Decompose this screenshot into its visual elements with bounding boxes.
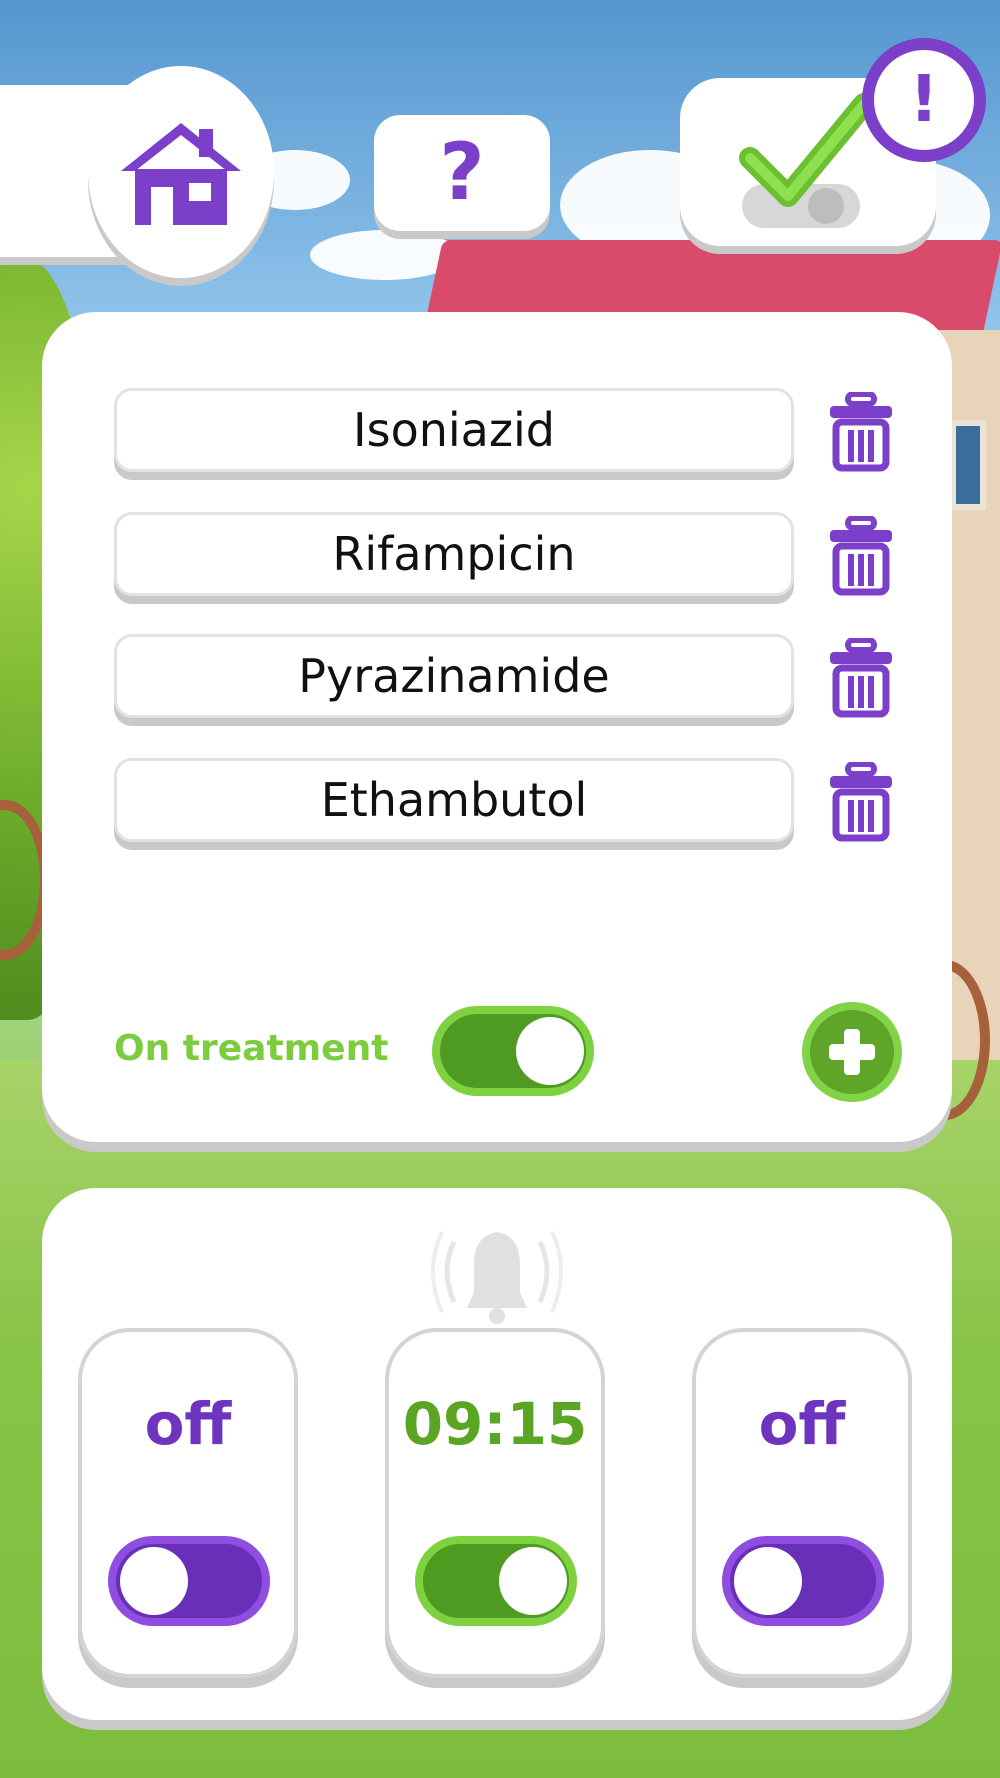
add-medication-button[interactable]	[802, 1002, 902, 1102]
plus-icon	[829, 1029, 875, 1075]
trash-icon[interactable]	[826, 638, 896, 718]
medication-name[interactable]: Isoniazid	[114, 388, 794, 472]
medication-row: Isoniazid	[114, 388, 892, 476]
toggle-knob	[499, 1547, 567, 1615]
help-label: ?	[439, 128, 485, 218]
help-button[interactable]: ?	[374, 115, 550, 231]
alarm-slot-1[interactable]: off	[78, 1328, 298, 1678]
medication-card: Isoniazid Rifampicin Pyrazinamide Ethamb…	[42, 312, 952, 1142]
medication-name[interactable]: Rifampicin	[114, 512, 794, 596]
alert-badge[interactable]: !	[862, 38, 986, 162]
medication-name[interactable]: Ethambutol	[114, 758, 794, 842]
house-window	[950, 420, 986, 510]
home-icon	[121, 123, 241, 225]
trash-icon[interactable]	[826, 762, 896, 842]
trash-icon[interactable]	[826, 392, 896, 472]
alarm-time-label[interactable]: off	[696, 1390, 908, 1458]
toggle-knob	[516, 1017, 584, 1085]
toggle-knob	[734, 1547, 802, 1615]
on-treatment-label: On treatment	[114, 1028, 389, 1069]
alarm-time-label[interactable]: 09:15	[389, 1390, 601, 1458]
trash-icon[interactable]	[826, 516, 896, 596]
bell-icon	[431, 1231, 563, 1324]
medication-row: Pyrazinamide	[114, 634, 892, 722]
alarm-time-label[interactable]: off	[82, 1390, 294, 1458]
medication-name[interactable]: Pyrazinamide	[114, 634, 794, 718]
alarm-toggle[interactable]	[108, 1536, 270, 1626]
alert-label: !	[909, 63, 939, 137]
alarm-slot-3[interactable]: off	[692, 1328, 912, 1678]
alarm-card: off 09:15 off	[42, 1188, 952, 1720]
on-treatment-toggle[interactable]	[432, 1006, 594, 1096]
alarm-toggle[interactable]	[722, 1536, 884, 1626]
alarm-toggle[interactable]	[415, 1536, 577, 1626]
medication-row: Ethambutol	[114, 758, 892, 846]
toggle-knob	[120, 1547, 188, 1615]
alarm-slot-2[interactable]: 09:15	[385, 1328, 605, 1678]
medication-row: Rifampicin	[114, 512, 892, 600]
home-button[interactable]	[88, 66, 274, 278]
